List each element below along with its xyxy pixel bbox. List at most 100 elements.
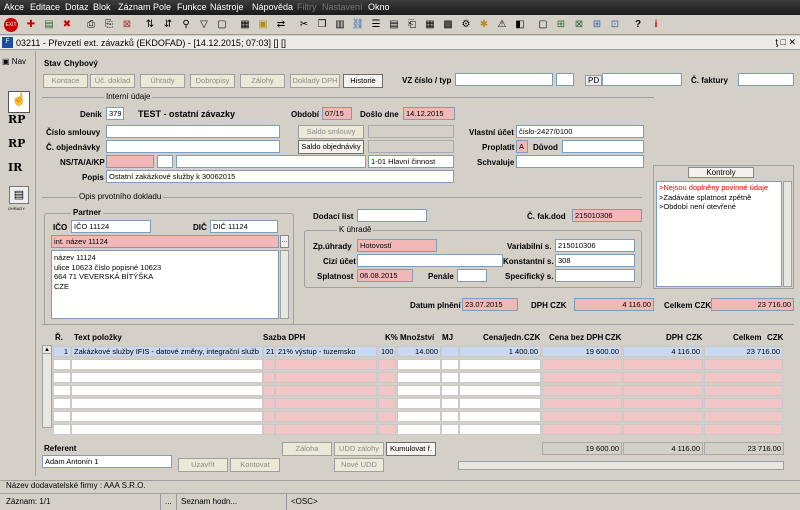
grid-cell[interactable] [71, 424, 263, 435]
menu-okno[interactable]: Okno [368, 2, 390, 12]
hand-icon[interactable]: ☝ [8, 91, 30, 113]
zp-uhrady-input[interactable]: Hotovostí [357, 239, 437, 252]
tab-dobropisy[interactable]: Dobropisy [190, 74, 235, 88]
grid-cell[interactable] [378, 385, 396, 396]
tab-doklady-dph[interactable]: Doklady DPH [290, 74, 340, 88]
grid-cell[interactable] [459, 424, 541, 435]
saldo-objednavky-button[interactable]: Saldo objednávky [298, 140, 364, 154]
grid-cell[interactable] [441, 372, 459, 383]
lock-icon[interactable]: ⊠ [120, 18, 134, 32]
grid-cell[interactable] [623, 398, 703, 409]
grid-cell[interactable] [397, 398, 441, 409]
kontovat-button[interactable]: Kontovat [230, 458, 280, 472]
kontroly-scrollbar[interactable] [783, 181, 792, 287]
view-icon[interactable]: ◧ [513, 18, 527, 32]
grid-cell[interactable] [623, 372, 703, 383]
dic-input[interactable]: DIČ 11124 [210, 220, 278, 233]
grid-cell[interactable] [623, 424, 703, 435]
kp-input[interactable]: 1-01 Hlavní činnost [368, 155, 454, 168]
grid-cell[interactable] [441, 411, 459, 422]
grid-cell[interactable] [397, 385, 441, 396]
grid-vscrollbar[interactable]: ▲ [42, 345, 52, 428]
ico-input[interactable]: IČO 11124 [71, 220, 151, 233]
grid-cell[interactable] [378, 359, 396, 370]
sort-asc-icon[interactable]: ⇅ [143, 18, 157, 32]
chart-icon[interactable]: ▩ [441, 18, 455, 32]
vlastni-input[interactable]: číslo-2427/0100 [516, 125, 644, 138]
udd-zalohy-button[interactable]: UDD zálohy [334, 442, 384, 456]
menu-zaznam[interactable]: Záznam [118, 2, 151, 12]
cut-icon[interactable]: ✂ [297, 18, 311, 32]
row-sazba[interactable]: 21% výstup - tuzemsko [275, 346, 377, 357]
sort-desc-icon[interactable]: ⇵ [161, 18, 175, 32]
cfak-input[interactable]: 215010306 [572, 209, 642, 222]
warning-icon[interactable]: ⚠ [495, 18, 509, 32]
grid-cell[interactable] [53, 411, 71, 422]
grid-cell[interactable] [441, 385, 459, 396]
ir-report-icon[interactable]: IR [8, 161, 30, 183]
grid-cell[interactable] [53, 398, 71, 409]
uhrady-icon[interactable]: ▤ [9, 186, 29, 204]
settings-icon[interactable]: ⚙ [459, 18, 473, 32]
grid-cell[interactable] [275, 359, 377, 370]
outlook-icon[interactable]: ⊡ [608, 18, 622, 32]
rp-report-icon[interactable]: RP [8, 113, 30, 135]
zaloha-button[interactable]: Záloha [282, 442, 332, 456]
grid-cell[interactable] [542, 385, 622, 396]
kontroly-title[interactable]: Kontroly [688, 167, 754, 178]
doc-icon[interactable]: ▢ [536, 18, 550, 32]
grid-cell[interactable] [263, 359, 275, 370]
grid-cell[interactable] [459, 411, 541, 422]
grid-cell[interactable] [542, 424, 622, 435]
grid-cell[interactable] [378, 398, 396, 409]
search-icon[interactable]: ⚲ [179, 18, 193, 32]
menu-akce[interactable]: Akce [4, 2, 24, 12]
grid-cell[interactable] [275, 385, 377, 396]
grid-cell[interactable] [459, 372, 541, 383]
dodaci-input[interactable] [357, 209, 427, 222]
uzavrit-button[interactable]: Uzavřít [178, 458, 228, 472]
grid-hscrollbar[interactable] [458, 461, 784, 470]
vz-type-input[interactable] [556, 73, 574, 86]
grid-cell[interactable] [704, 372, 783, 383]
grid-cell[interactable] [263, 372, 275, 383]
grid-cell[interactable] [704, 398, 783, 409]
popis-input[interactable]: Ostatní zakázkové služby k 30062015 [106, 170, 454, 183]
grid-cell[interactable] [623, 411, 703, 422]
objednavka-input[interactable] [106, 140, 280, 153]
grid-cell[interactable] [71, 385, 263, 396]
grid-cell[interactable] [53, 359, 71, 370]
word-icon[interactable]: ⊞ [590, 18, 604, 32]
proplatit-input[interactable]: A [516, 140, 528, 153]
grid-cell[interactable] [441, 359, 459, 370]
row-sazba-code[interactable]: 21 [263, 346, 275, 357]
faktury-input[interactable] [738, 73, 794, 86]
grid-cell[interactable] [397, 411, 441, 422]
kumulovat-button[interactable]: Kumulovat ř. [386, 442, 436, 456]
grid-cell[interactable] [378, 372, 396, 383]
grid-cell[interactable] [542, 411, 622, 422]
cizi-ucet-input[interactable] [357, 254, 503, 267]
tab-historie[interactable]: Historie [343, 74, 383, 88]
window-controls[interactable]: ƫ □ ✕ [776, 37, 796, 48]
excel-icon[interactable]: ⊠ [572, 18, 586, 32]
grid-cell[interactable] [542, 372, 622, 383]
menu-pole[interactable]: Pole [153, 2, 171, 12]
splatnost-input[interactable]: 06.08.2015 [357, 269, 413, 282]
link-icon[interactable]: ⛓ [351, 18, 365, 32]
print-icon[interactable]: ⎙ [84, 18, 98, 32]
menu-blok[interactable]: Blok [93, 2, 111, 12]
grid-cell[interactable] [397, 372, 441, 383]
nove-udd-button[interactable]: Nové UDD [334, 458, 384, 472]
grid-cell[interactable] [378, 411, 396, 422]
grid-cell[interactable] [704, 424, 783, 435]
grid-cell[interactable] [275, 424, 377, 435]
row-mj[interactable] [441, 346, 459, 357]
grid-cell[interactable] [378, 424, 396, 435]
table-row[interactable] [53, 398, 783, 409]
ns-input[interactable] [106, 155, 154, 168]
tile-icon[interactable]: ▦ [238, 18, 252, 32]
table-row[interactable] [53, 359, 783, 370]
list-icon[interactable]: ☰ [369, 18, 383, 32]
row-cena[interactable]: 1 400.00 [459, 346, 541, 357]
